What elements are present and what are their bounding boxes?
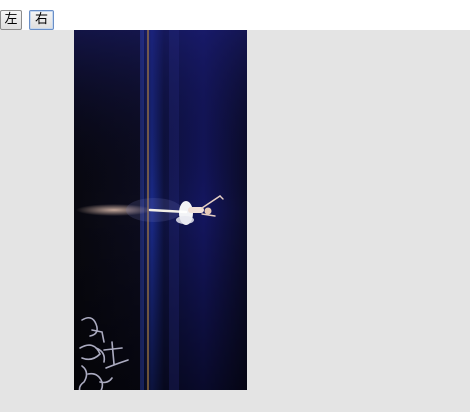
rotate-left-button[interactable]: 左: [0, 10, 22, 30]
rotated-photo: [74, 30, 247, 390]
toolbar: 左 右: [0, 0, 470, 30]
rotate-right-button[interactable]: 右: [29, 10, 54, 30]
ballerina-image: [74, 30, 247, 390]
